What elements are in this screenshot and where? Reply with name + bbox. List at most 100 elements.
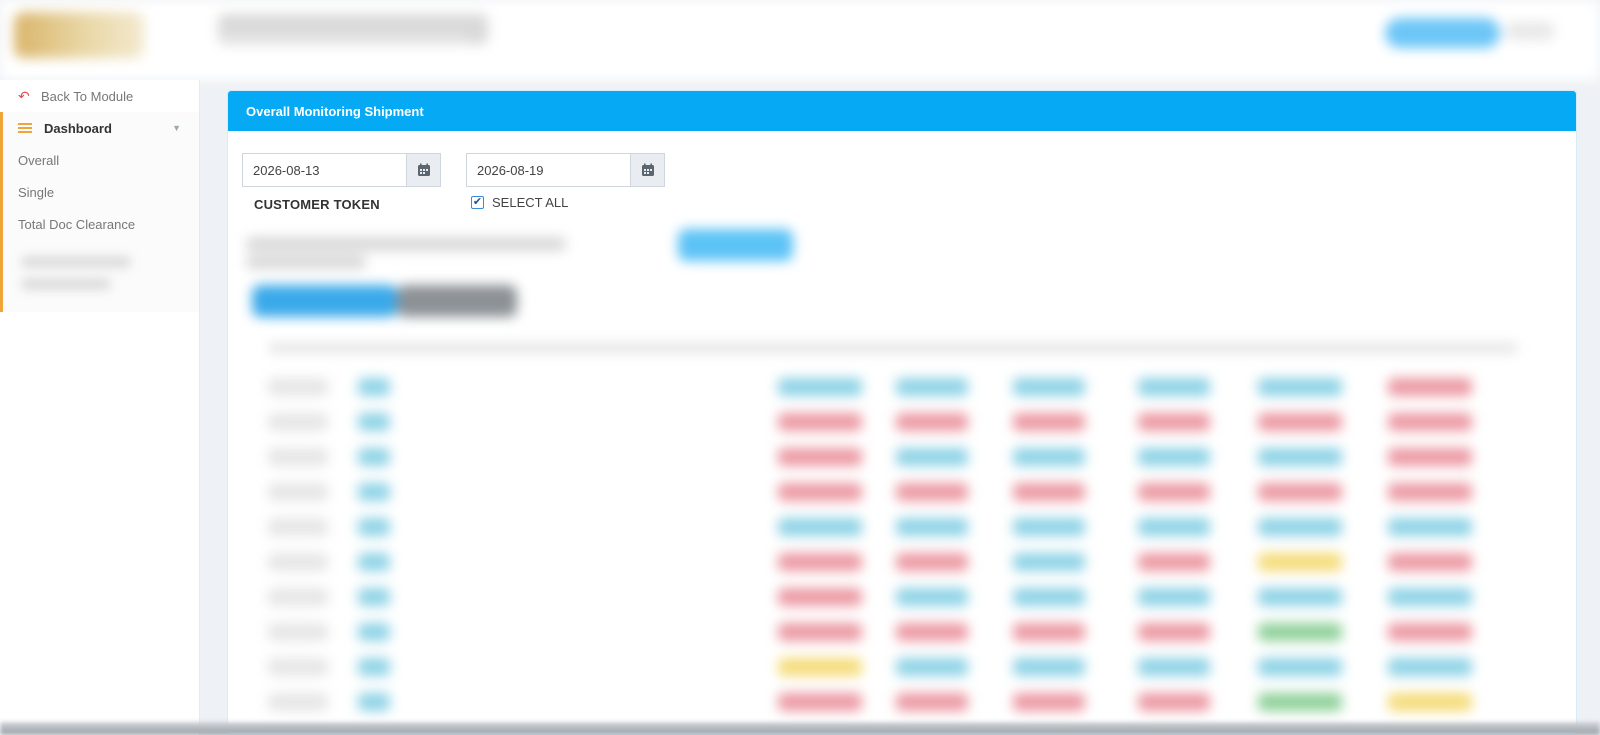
chevron-down-icon: ▼: [172, 123, 181, 133]
status-cell: [1013, 378, 1085, 396]
status-cell: [1138, 518, 1210, 536]
back-to-module-link[interactable]: ↶ Back To Module: [0, 80, 199, 112]
status-cell: [1258, 693, 1342, 711]
status-cell: [1013, 588, 1085, 606]
table-row: [248, 546, 1558, 576]
table-row: [248, 511, 1558, 541]
panel-title: Overall Monitoring Shipment: [228, 91, 1576, 131]
end-date-calendar-button[interactable]: [630, 153, 665, 187]
sidebar-item-total-doc-clearance[interactable]: Total Doc Clearance: [3, 208, 199, 240]
status-cell: [1013, 693, 1085, 711]
table-row: [248, 651, 1558, 681]
row-label-blurred: [268, 518, 328, 536]
row-badge: [358, 658, 390, 676]
status-cell: [1258, 623, 1342, 641]
status-cell: [896, 693, 968, 711]
blurred-content: [228, 225, 1578, 735]
status-cell: [896, 483, 968, 501]
row-badge: [358, 518, 390, 536]
select-all-checkbox[interactable]: ✔: [471, 196, 484, 209]
status-cell: [1258, 588, 1342, 606]
status-cell: [1388, 693, 1472, 711]
status-cell: [1138, 448, 1210, 466]
back-arrow-icon: ↶: [18, 87, 30, 104]
status-cell: [1138, 693, 1210, 711]
sidebar-item-dashboard[interactable]: Dashboard ▼: [3, 112, 199, 144]
status-cell: [1388, 553, 1472, 571]
status-cell: [1388, 518, 1472, 536]
status-cell: [1258, 413, 1342, 431]
start-date-input[interactable]: [242, 153, 406, 187]
row-label-blurred: [268, 588, 328, 606]
row-badge: [358, 693, 390, 711]
monitoring-panel: Overall Monitoring Shipment CUSTOMER TOK…: [227, 90, 1577, 735]
top-header: [0, 0, 1600, 80]
status-cell: [1388, 623, 1472, 641]
row-label-blurred: [268, 658, 328, 676]
status-cell: [1138, 553, 1210, 571]
status-cell: [896, 553, 968, 571]
status-cell: [1388, 413, 1472, 431]
table-row: [248, 581, 1558, 611]
status-cell: [896, 623, 968, 641]
select-all-label: SELECT ALL: [492, 195, 569, 210]
row-label-blurred: [268, 693, 328, 711]
sidebar-item-label: Single: [18, 184, 55, 200]
status-cell: [1258, 658, 1342, 676]
status-cell: [778, 483, 862, 501]
status-cell: [896, 378, 968, 396]
row-label-blurred: [268, 378, 328, 396]
status-cell: [778, 448, 862, 466]
user-name-blurred: [1505, 22, 1555, 40]
status-cell: [1138, 623, 1210, 641]
row-label-blurred: [268, 448, 328, 466]
status-cell: [896, 448, 968, 466]
status-cell: [1013, 448, 1085, 466]
tab-inactive[interactable]: [397, 285, 517, 317]
status-cell: [1258, 483, 1342, 501]
status-cell: [778, 378, 862, 396]
bottom-scroll-strip: [0, 722, 1600, 735]
row-badge: [358, 623, 390, 641]
status-cell: [1013, 623, 1085, 641]
app-logo: [14, 12, 144, 58]
row-badge: [358, 483, 390, 501]
sidebar-item-label: Overall: [18, 152, 60, 168]
calendar-icon: [417, 163, 430, 176]
row-badge: [358, 378, 390, 396]
row-label-blurred: [268, 623, 328, 641]
row-label-blurred: [268, 553, 328, 571]
status-cell: [1138, 588, 1210, 606]
status-cell: [1258, 378, 1342, 396]
list-icon: [18, 123, 44, 133]
status-cell: [1138, 483, 1210, 501]
sidebar-item-overall[interactable]: Overall: [3, 144, 199, 176]
table-row: [248, 371, 1558, 401]
status-cell: [1388, 378, 1472, 396]
table-row: [248, 686, 1558, 716]
row-badge: [358, 413, 390, 431]
sidebar-item-single[interactable]: Single: [3, 176, 199, 208]
row-badge: [358, 553, 390, 571]
select-all-checkbox-group[interactable]: ✔ SELECT ALL: [471, 195, 568, 210]
row-label-blurred: [268, 413, 328, 431]
row-badge: [358, 588, 390, 606]
table-row: [248, 406, 1558, 436]
search-button[interactable]: [678, 229, 793, 261]
row-label-blurred: [268, 483, 328, 501]
status-cell: [1013, 413, 1085, 431]
row-badge: [358, 448, 390, 466]
back-to-module-label: Back To Module: [41, 88, 134, 104]
start-date-calendar-button[interactable]: [406, 153, 441, 187]
table-row: [248, 441, 1558, 471]
tab-active[interactable]: [252, 285, 397, 317]
status-cell: [896, 518, 968, 536]
status-cell: [778, 553, 862, 571]
sidebar-blurred-items: [3, 240, 199, 312]
calendar-icon: [641, 163, 654, 176]
status-cell: [1388, 658, 1472, 676]
end-date-input[interactable]: [466, 153, 630, 187]
status-cell: [1013, 553, 1085, 571]
user-menu-button[interactable]: [1385, 18, 1500, 48]
sidebar: ↶ Back To Module Dashboard ▼ Overall Sin…: [0, 80, 200, 735]
